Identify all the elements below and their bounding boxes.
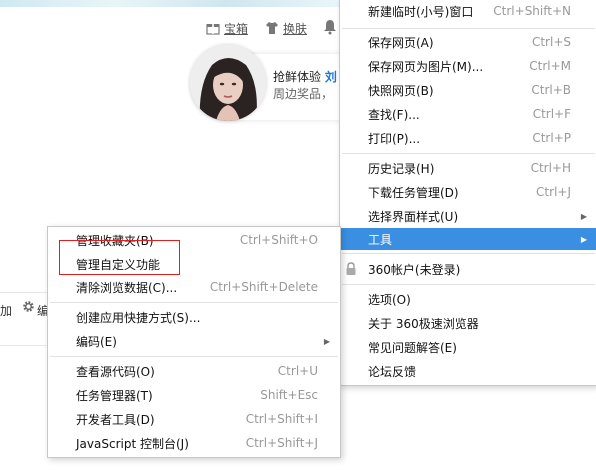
submenu-item-developer-tools[interactable]: 开发者工具(D) Ctrl+Shift+I	[48, 408, 340, 430]
divider	[0, 345, 48, 346]
menu-item-about[interactable]: 关于 360极速浏览器	[340, 312, 596, 334]
bell-icon[interactable]	[323, 19, 337, 35]
menu-item-label: 工具	[368, 232, 393, 247]
menu-item-tools[interactable]: 工具 ▶	[340, 228, 596, 250]
gear-icon	[23, 301, 34, 312]
menu-item-shortcut: Ctrl+M	[529, 59, 571, 73]
menu-separator	[342, 28, 595, 29]
menu-item-shortcut: Ctrl+U	[277, 364, 318, 378]
menu-item-find[interactable]: 查找(F)... Ctrl+F	[340, 103, 596, 125]
menu-item-label: 保存网页(A)	[368, 35, 434, 50]
menu-item-label: 关于 360极速浏览器	[368, 316, 479, 331]
menu-item-faq[interactable]: 常见问题解答(E)	[340, 336, 596, 358]
submenu-item-javascript-console[interactable]: JavaScript 控制台(J) Ctrl+Shift+J	[48, 432, 340, 454]
menu-item-label: 创建应用快捷方式(S)...	[76, 310, 201, 325]
promo-title-highlight[interactable]: 刘	[325, 70, 337, 84]
menu-separator	[342, 253, 595, 254]
submenu-arrow-icon: ▶	[323, 336, 330, 346]
menu-item-save-page[interactable]: 保存网页(A) Ctrl+S	[340, 31, 596, 53]
menu-item-label: 历史记录(H)	[368, 161, 435, 176]
menu-item-shortcut: Ctrl+J	[536, 185, 571, 199]
menu-item-shortcut: Ctrl+F	[532, 107, 571, 121]
divider	[0, 292, 48, 293]
menu-item-label: 360帐户(未登录)	[368, 262, 461, 277]
background-text: 加	[0, 304, 13, 318]
menu-separator	[50, 356, 338, 357]
menu-item-label: 常见问题解答(E)	[368, 340, 457, 355]
promo-title-prefix: 抢鲜体验	[273, 70, 322, 84]
annotation-highlight-box	[59, 240, 180, 275]
promo-subtitle: 周边奖品，	[273, 87, 334, 101]
menu-item-label: 开发者工具(D)	[76, 412, 155, 427]
menu-item-label: 清除浏览数据(C)...	[76, 280, 178, 295]
menu-item-label: 下载任务管理(D)	[368, 185, 459, 200]
menu-item-shortcut: Ctrl+Shift+N	[493, 4, 571, 18]
treasure-link[interactable]: 宝箱	[206, 19, 248, 37]
menu-item-shortcut: Ctrl+Shift+Delete	[209, 280, 318, 294]
menu-item-shortcut: Ctrl+B	[531, 83, 571, 97]
promo-title: 抢鲜体验 刘	[273, 68, 337, 85]
tshirt-icon	[266, 22, 278, 34]
menu-item-label: 选择界面样式(U)	[368, 209, 459, 224]
menu-item-shortcut: Shift+Esc	[260, 388, 318, 402]
treasure-label: 宝箱	[224, 21, 249, 36]
menu-separator	[342, 153, 595, 154]
menu-item-label: 打印(P)...	[368, 131, 421, 146]
menu-item-label: 编码(E)	[76, 334, 117, 349]
menu-item-label: JavaScript 控制台(J)	[76, 436, 189, 451]
menu-item-choose-ui-style[interactable]: 选择界面样式(U) ▶	[340, 205, 596, 227]
submenu-item-view-source[interactable]: 查看源代码(O) Ctrl+U	[48, 360, 340, 382]
submenu-item-create-app-shortcut[interactable]: 创建应用快捷方式(S)...	[48, 306, 340, 328]
menu-item-options[interactable]: 选项(O)	[340, 288, 596, 310]
avatar	[190, 45, 266, 121]
page-header-strip	[0, 0, 340, 7]
menu-item-shortcut: Ctrl+Shift+O	[239, 233, 318, 247]
menu-item-shortcut: Ctrl+Shift+J	[245, 436, 318, 450]
lock-icon	[346, 262, 356, 275]
menu-item-history[interactable]: 历史记录(H) Ctrl+H	[340, 157, 596, 179]
menu-item-shortcut: Ctrl+Shift+I	[245, 412, 318, 426]
menu-item-label: 快照网页(B)	[368, 83, 434, 98]
skin-link[interactable]: 换肤	[265, 19, 307, 37]
menu-item-label: 选项(O)	[368, 292, 411, 307]
menu-item-shortcut: Ctrl+S	[531, 35, 571, 49]
menu-item-label: 查看源代码(O)	[76, 364, 155, 379]
skin-label: 换肤	[283, 21, 308, 36]
submenu-item-encoding[interactable]: 编码(E) ▶	[48, 330, 340, 352]
menu-separator	[342, 284, 595, 285]
submenu-item-clear-browsing-data[interactable]: 清除浏览数据(C)... Ctrl+Shift+Delete	[48, 276, 340, 298]
menu-item-label: 保存网页为图片(M)...	[368, 59, 484, 74]
menu-item-snapshot-page[interactable]: 快照网页(B) Ctrl+B	[340, 79, 596, 101]
menu-item-shortcut: Ctrl+H	[530, 161, 571, 175]
menu-item-new-incognito-window[interactable]: 新建临时(小号)窗口 Ctrl+Shift+N	[340, 0, 596, 22]
menu-item-label: 论坛反馈	[368, 364, 417, 379]
menu-item-shortcut: Ctrl+P	[532, 131, 571, 145]
menu-item-label: 新建临时(小号)窗口	[368, 4, 474, 19]
submenu-item-task-manager[interactable]: 任务管理器(T) Shift+Esc	[48, 384, 340, 406]
menu-item-label: 查找(F)...	[368, 107, 420, 122]
menu-separator	[50, 302, 338, 303]
menu-item-360-account[interactable]: 360帐户(未登录)	[340, 258, 596, 280]
menu-item-downloads[interactable]: 下载任务管理(D) Ctrl+J	[340, 181, 596, 203]
portrait-image	[190, 45, 266, 121]
gift-icon	[206, 24, 220, 35]
main-menu: 新建临时(小号)窗口 Ctrl+Shift+N 保存网页(A) Ctrl+S 保…	[339, 0, 596, 386]
menu-item-label: 任务管理器(T)	[76, 388, 153, 403]
menu-item-print[interactable]: 打印(P)... Ctrl+P	[340, 127, 596, 149]
menu-item-save-page-as-image[interactable]: 保存网页为图片(M)... Ctrl+M	[340, 55, 596, 77]
submenu-arrow-icon: ▶	[580, 211, 587, 221]
submenu-arrow-icon: ▶	[580, 234, 587, 244]
menu-item-forum-feedback[interactable]: 论坛反馈	[340, 360, 596, 382]
